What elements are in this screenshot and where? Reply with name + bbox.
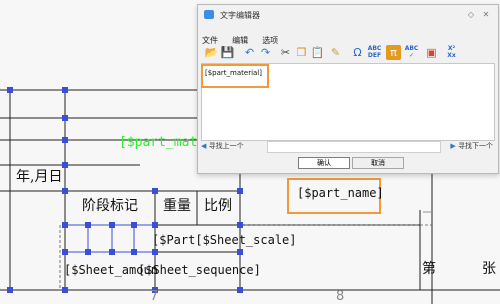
scale-label: 比例 — [204, 198, 232, 214]
subscript-icon[interactable]: X² Xx — [444, 45, 459, 60]
text-editor-dialog[interactable]: 文字编辑器 ◇ ✕ 文件 编辑 选项 📂 💾 ↶ ↷ ✂ ❐ 📋 ✎ Ω ABC… — [197, 4, 499, 174]
editor-text[interactable]: [$part_material] — [205, 69, 262, 77]
find-previous-button[interactable]: ◀ 寻找上一个 — [201, 141, 244, 151]
part-name-label[interactable]: [$part_name] — [297, 187, 384, 199]
redo-icon[interactable]: ↷ — [258, 45, 273, 60]
sheet-scale-label[interactable]: [$Part[$Sheet_scale] — [152, 234, 297, 246]
dialog-titlebar[interactable]: 文字编辑器 ◇ ✕ — [198, 5, 498, 25]
find-bar: ◀ 寻找上一个 ▶ 寻找下一个 — [201, 141, 493, 153]
ruler-number-eight: 8 — [336, 289, 345, 304]
weight-label: 重量 — [163, 198, 191, 214]
folder-open-icon[interactable]: 📂 — [204, 45, 219, 60]
sheet-number-prefix: 第 — [422, 261, 436, 277]
close-icon[interactable]: ✕ — [481, 10, 491, 20]
spell-check-icon[interactable]: ABC ✓ — [404, 45, 419, 60]
paste-icon[interactable]: 📋 — [310, 45, 325, 60]
year-month-day-label: 年,月日 — [16, 169, 63, 185]
dialog-title: 文字编辑器 — [220, 11, 260, 20]
omega-icon[interactable]: Ω — [350, 45, 365, 60]
stage-mark-label: 阶段标记 — [82, 198, 138, 214]
pin-icon[interactable]: ◇ — [466, 10, 476, 20]
clear-icon[interactable]: ✎ — [328, 45, 343, 60]
abc-def-icon[interactable]: ABC DEF — [367, 45, 382, 60]
cancel-button[interactable]: 取消 — [352, 157, 404, 169]
menu-bar: 文件 编辑 选项 — [202, 28, 287, 45]
text-editor-area[interactable]: [$part_material] — [201, 63, 495, 141]
find-input[interactable] — [267, 141, 441, 153]
ruler-number-seven: 7 — [150, 289, 159, 304]
find-next-label: 寻找下一个 — [458, 142, 493, 150]
ok-button[interactable]: 确认 — [298, 157, 350, 169]
find-previous-label: 寻找上一个 — [208, 142, 244, 150]
save-icon[interactable]: 💾 — [220, 45, 235, 60]
pi-icon[interactable]: π — [386, 45, 401, 60]
undo-icon[interactable]: ↶ — [242, 45, 257, 60]
app-icon — [204, 10, 214, 19]
arrow-left-icon: ◀ — [201, 142, 207, 150]
sheet-sequence-label[interactable]: [$Sheet_sequence] — [138, 264, 261, 276]
cut-icon[interactable]: ✂ — [278, 45, 293, 60]
copy-icon[interactable]: ❐ — [294, 45, 309, 60]
editor-toolbar: 📂 💾 ↶ ↷ ✂ ❐ 📋 ✎ Ω ABC DEF π ABC ✓ ▣ X² Xx — [202, 45, 492, 62]
sheet-unit-label: 张 — [482, 261, 496, 277]
arrow-right-icon: ▶ — [450, 142, 456, 150]
find-next-button[interactable]: ▶ 寻找下一个 — [450, 141, 493, 151]
image-icon[interactable]: ▣ — [424, 45, 439, 60]
